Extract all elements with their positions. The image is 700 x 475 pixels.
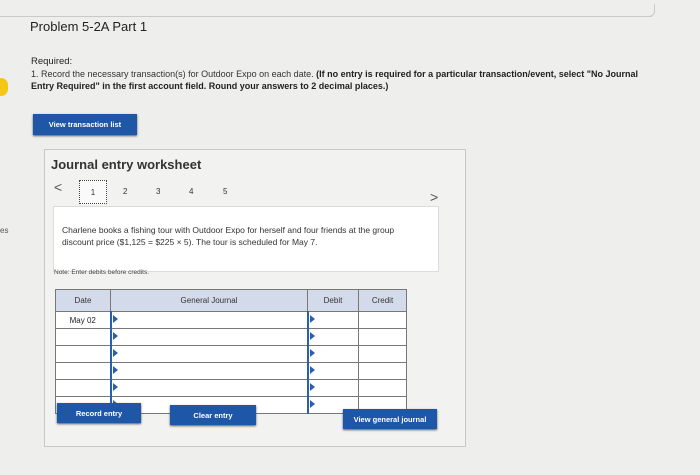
account-column-header: General Journal (110, 289, 308, 312)
page-tab-4[interactable]: 4 (189, 187, 193, 196)
page-tab-2[interactable]: 2 (123, 187, 127, 196)
credit-input[interactable] (358, 311, 407, 329)
date-column-header: Date (55, 289, 111, 312)
required-label: Required: (31, 56, 73, 67)
left-cutoff-text: es (0, 226, 9, 235)
date-cell (55, 328, 111, 346)
credit-column-header: Credit (358, 289, 407, 312)
credit-input[interactable] (358, 345, 407, 363)
page-tab-5[interactable]: 5 (223, 187, 227, 196)
date-cell (55, 379, 111, 397)
debit-input[interactable] (306, 328, 359, 346)
entry-note: Note: Enter debits before credits. (54, 269, 150, 276)
table-row: May 02 (55, 311, 407, 329)
clear-entry-button[interactable]: Clear entry (170, 405, 256, 425)
transaction-description: Charlene books a fishing tour with Outdo… (62, 225, 395, 247)
page-tab-3[interactable]: 3 (156, 187, 160, 196)
journal-table: Date General Journal Debit Credit May 02 (55, 289, 407, 414)
table-row (55, 345, 407, 363)
table-row (55, 362, 407, 380)
instructions-text: 1. Record the necessary transaction(s) f… (31, 69, 314, 79)
next-arrow-icon[interactable]: > (430, 189, 438, 205)
table-row (55, 328, 407, 346)
account-select[interactable] (109, 345, 308, 363)
view-transaction-list-button[interactable]: View transaction list (33, 114, 137, 135)
top-divider-corner (648, 4, 655, 17)
page-tab-1[interactable]: 1 (79, 180, 107, 204)
debit-column-header: Debit (307, 289, 359, 312)
dropdown-icon (309, 383, 315, 391)
view-general-journal-button[interactable]: View general journal (343, 409, 437, 429)
dropdown-icon (112, 366, 118, 374)
prev-arrow-icon[interactable]: < (54, 179, 62, 195)
dropdown-icon (309, 315, 315, 323)
account-select[interactable] (109, 328, 308, 346)
account-select[interactable] (109, 362, 308, 380)
dropdown-icon (112, 349, 118, 357)
instructions: 1. Record the necessary transaction(s) f… (31, 68, 646, 92)
credit-input[interactable] (358, 379, 407, 397)
record-entry-button[interactable]: Record entry (57, 403, 141, 423)
dropdown-icon (309, 366, 315, 374)
dropdown-icon (112, 383, 118, 391)
debit-input[interactable] (306, 311, 359, 329)
date-cell: May 02 (55, 311, 111, 329)
dropdown-icon (309, 349, 315, 357)
worksheet-title: Journal entry worksheet (51, 157, 202, 172)
page-title: Problem 5-2A Part 1 (30, 19, 148, 34)
account-select[interactable] (109, 311, 308, 329)
date-cell (55, 345, 111, 363)
date-cell (55, 362, 111, 380)
credit-input[interactable] (358, 328, 407, 346)
dropdown-icon (112, 315, 118, 323)
top-divider (0, 16, 652, 17)
credit-input[interactable] (358, 362, 407, 380)
table-row (55, 379, 407, 397)
debit-input[interactable] (306, 345, 359, 363)
dropdown-icon (309, 400, 315, 408)
dropdown-icon (309, 332, 315, 340)
progress-marker (0, 78, 8, 96)
table-header-row: Date General Journal Debit Credit (55, 289, 407, 312)
debit-input[interactable] (306, 362, 359, 380)
debit-input[interactable] (306, 379, 359, 397)
dropdown-icon (112, 332, 118, 340)
account-select[interactable] (109, 379, 308, 397)
